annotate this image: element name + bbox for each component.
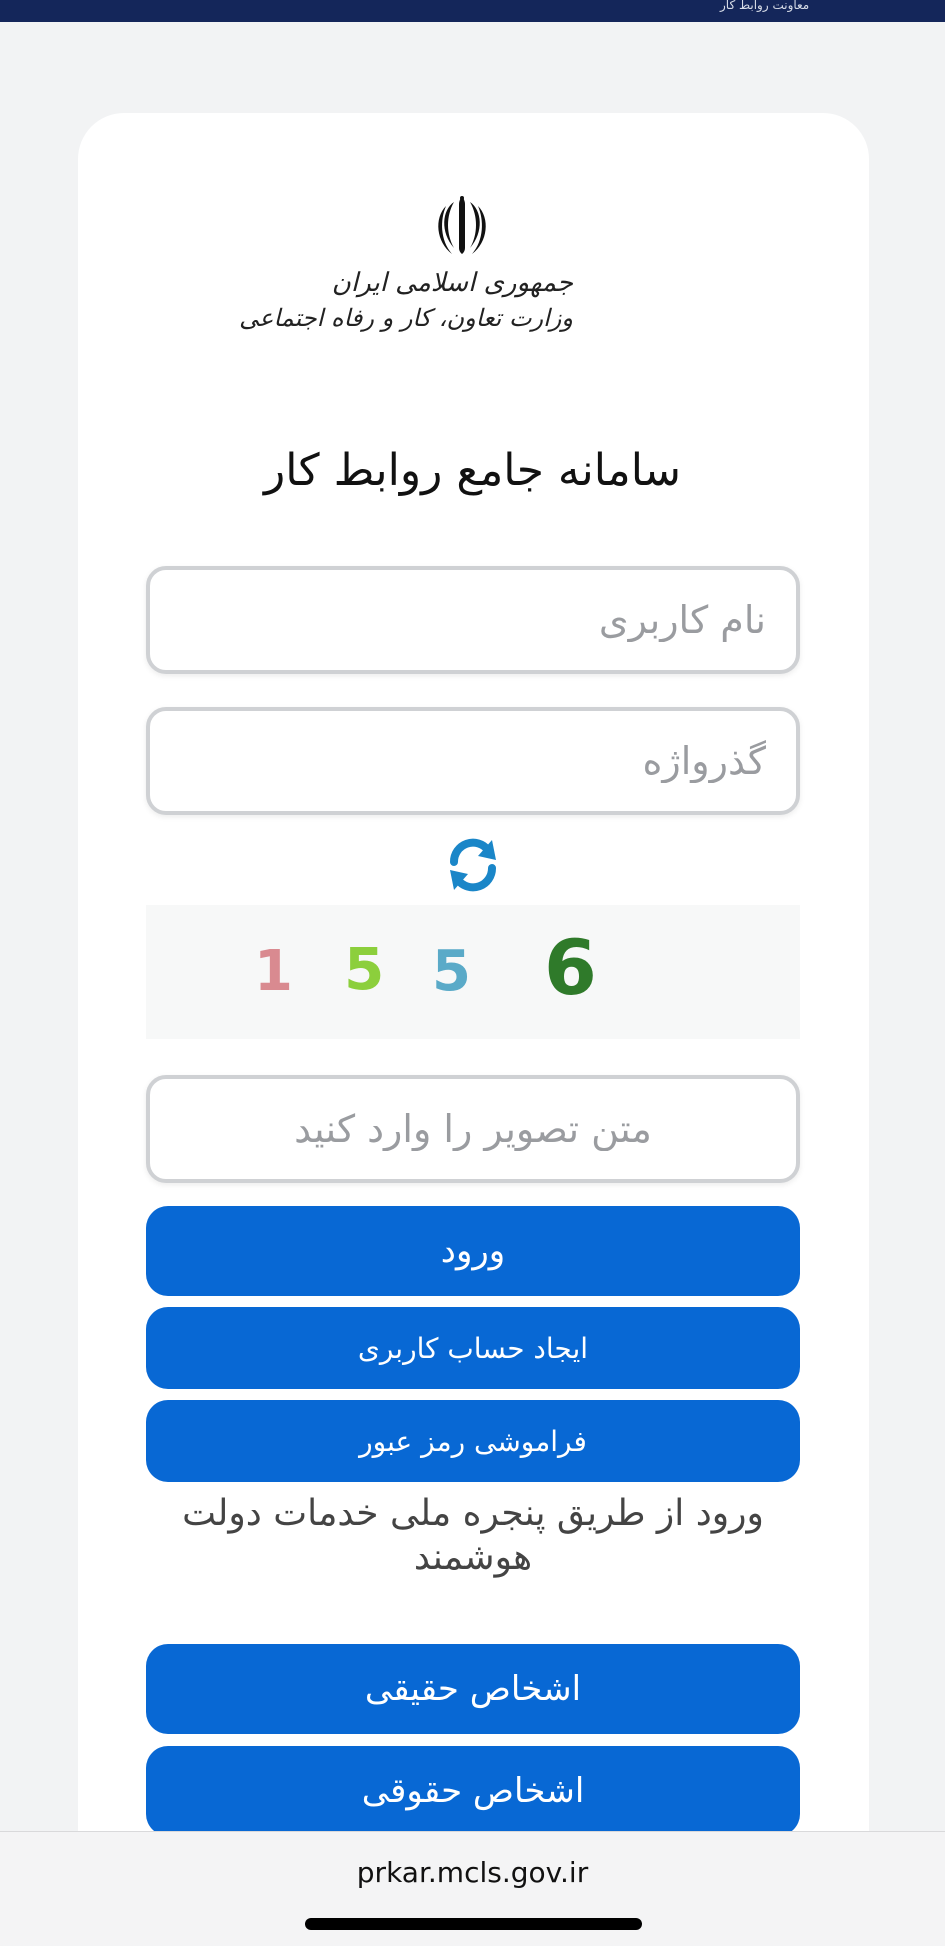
- captcha-image: 1 5 5 6: [146, 905, 800, 1039]
- refresh-icon: [449, 838, 497, 892]
- captcha-refresh-button[interactable]: [444, 836, 502, 894]
- logo-line-2: وزارت تعاون، کار و رفاه اجتماعی: [239, 304, 573, 332]
- page-title: سامانه جامع روابط کار: [264, 445, 681, 496]
- individuals-button[interactable]: اشخاص حقیقی: [146, 1644, 800, 1734]
- captcha-digit: 5: [344, 935, 385, 1003]
- top-banner-text: معاونت روابط کار: [720, 0, 810, 12]
- top-banner: معاونت روابط کار: [0, 0, 945, 22]
- username-input[interactable]: [146, 566, 800, 674]
- forgot-password-button[interactable]: فراموشی رمز عبور: [146, 1400, 800, 1482]
- home-indicator[interactable]: [305, 1918, 642, 1930]
- captcha-digit: 5: [432, 939, 471, 1004]
- captcha-digit: 1: [254, 939, 293, 1004]
- create-account-button[interactable]: ایجاد حساب کاربری: [146, 1307, 800, 1389]
- password-input[interactable]: [146, 707, 800, 815]
- captcha-digit: 6: [544, 923, 597, 1012]
- captcha-input[interactable]: [146, 1075, 800, 1183]
- logo-line-1: جمهوری اسلامی ایران: [331, 268, 573, 298]
- login-button[interactable]: ورود: [146, 1206, 800, 1296]
- legal-entities-button[interactable]: اشخاص حقوقی: [146, 1746, 800, 1836]
- gov-login-text: ورود از طریق پنجره ملی خدمات دولت هوشمند: [182, 1493, 764, 1578]
- emblem-icon: [438, 196, 486, 254]
- url-text[interactable]: prkar.mcls.gov.ir: [0, 1856, 945, 1889]
- ministry-logo: جمهوری اسلامی ایران وزارت تعاون، کار و ر…: [239, 192, 573, 362]
